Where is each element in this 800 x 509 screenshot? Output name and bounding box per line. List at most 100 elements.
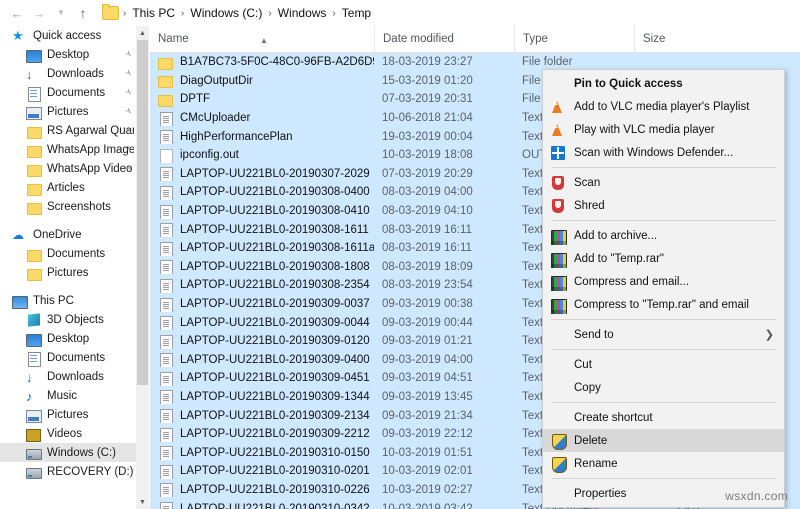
pin-icon[interactable]: ➣ xyxy=(121,48,135,62)
windows-defender-icon xyxy=(549,145,567,161)
sidebar-item-label: WhatsApp Video xyxy=(47,162,133,175)
chevron-right-icon: ❯ xyxy=(764,329,774,341)
shield-red-icon xyxy=(549,175,567,191)
sidebar-item-documents[interactable]: Documents xyxy=(0,244,136,263)
breadcrumb-item-windows[interactable]: Windows xyxy=(274,5,331,21)
scroll-up-chevron-up-icon[interactable]: ▲ xyxy=(136,26,149,40)
menu-separator xyxy=(551,319,776,320)
menu-item-label: Shred xyxy=(574,199,605,212)
cell-name: LAPTOP-UU221BL0-20190308-0400 xyxy=(150,185,374,200)
sidebar-item-label: Videos xyxy=(47,427,82,440)
file-name-label: LAPTOP-UU221BL0-20190309-0451 xyxy=(180,372,370,385)
pin-icon[interactable]: ➣ xyxy=(121,105,135,119)
sidebar-item-documents[interactable]: Documents ➣ xyxy=(0,83,136,102)
menu-item-play-with-vlc-media-player[interactable]: Play with VLC media player xyxy=(543,118,784,141)
documents-icon xyxy=(26,350,42,367)
sidebar-item-3d-objects[interactable]: 3D Objects xyxy=(0,310,136,329)
sidebar-item-windows-c[interactable]: Windows (C:) xyxy=(0,443,136,462)
sidebar-item-screenshots[interactable]: Screenshots xyxy=(0,197,136,216)
pin-icon[interactable]: ➣ xyxy=(121,67,135,81)
column-headers: Name ▲ Date modified Type Size xyxy=(150,26,800,53)
menu-item-add-to-archive[interactable]: Add to archive... xyxy=(543,224,784,247)
breadcrumb-item-this-pc[interactable]: This PC xyxy=(128,5,179,21)
drive-icon xyxy=(26,445,42,461)
cell-name: LAPTOP-UU221BL0-20190310-0342 xyxy=(150,501,374,509)
breadcrumb[interactable]: › This PC › Windows (C:) › Windows › Tem… xyxy=(102,2,800,24)
up-arrow-icon[interactable]: ↑ xyxy=(72,2,94,24)
text-file-icon xyxy=(158,389,174,405)
file-name-label: DPTF xyxy=(180,93,211,106)
sidebar-item-music[interactable]: ♪ Music xyxy=(0,386,136,405)
menu-item-no-icon xyxy=(549,486,567,502)
download-icon: ↓ xyxy=(26,66,33,82)
menu-item-compress-to-temp-rar-and-email[interactable]: Compress to "Temp.rar" and email xyxy=(543,293,784,316)
sidebar-item-articles[interactable]: Articles xyxy=(0,178,136,197)
cell-name: LAPTOP-UU221BL0-20190308-2354 xyxy=(150,278,374,293)
text-file-icon xyxy=(158,334,174,349)
sidebar-item-quick-access[interactable]: ★ Quick access xyxy=(0,26,136,45)
text-file-icon xyxy=(158,129,174,145)
breadcrumb-item-windows-c[interactable]: Windows (C:) xyxy=(186,5,266,21)
menu-item-add-to-vlc-media-player-s-playlist[interactable]: Add to VLC media player's Playlist xyxy=(543,95,784,118)
menu-item-copy[interactable]: Copy xyxy=(543,376,784,399)
file-name-label: LAPTOP-UU221BL0-20190309-2134 xyxy=(180,409,370,422)
sidebar-item-downloads[interactable]: ↓ Downloads xyxy=(0,367,136,386)
cell-name: LAPTOP-UU221BL0-20190308-0410 xyxy=(150,204,374,219)
text-file-icon xyxy=(158,408,174,424)
cell-date-modified: 09-03-2019 22:12 xyxy=(382,428,473,441)
text-file-icon xyxy=(158,111,174,126)
cell-date-modified: 07-03-2019 20:31 xyxy=(382,93,473,106)
sidebar-item-downloads[interactable]: ↓ Downloads ➣ xyxy=(0,64,136,83)
uac-shield-icon xyxy=(549,433,567,450)
sidebar-item-onedrive[interactable]: ☁ OneDrive xyxy=(0,225,136,244)
menu-item-rename[interactable]: Rename xyxy=(543,452,784,475)
shield-red-icon xyxy=(549,198,567,214)
sidebar-item-label: Downloads xyxy=(47,370,104,383)
scroll-down-chevron-down-icon[interactable]: ▼ xyxy=(136,495,149,509)
cell-name: LAPTOP-UU221BL0-20190309-0451 xyxy=(150,371,374,386)
menu-item-cut[interactable]: Cut xyxy=(543,353,784,376)
scrollbar-thumb[interactable] xyxy=(137,40,148,385)
text-file-icon xyxy=(158,371,174,386)
cell-name: LAPTOP-UU221BL0-20190309-0037 xyxy=(150,297,374,312)
sidebar-item-whatsapp-video[interactable]: WhatsApp Video ➣ xyxy=(0,159,136,178)
recent-locations-chevron-down-icon[interactable]: ▼ xyxy=(50,2,72,24)
sidebar-item-recovery-d[interactable]: RECOVERY (D:) xyxy=(0,462,136,481)
sidebar-item-pictures[interactable]: Pictures xyxy=(0,263,136,282)
menu-item-compress-and-email[interactable]: Compress and email... xyxy=(543,270,784,293)
sidebar-item-desktop[interactable]: Desktop xyxy=(0,329,136,348)
sidebar-item-rs-agarwal-quan[interactable]: RS Agarwal Quan ➣ xyxy=(0,121,136,140)
column-header-size[interactable]: Size xyxy=(634,26,714,52)
sidebar-item-pictures[interactable]: Pictures ➣ xyxy=(0,102,136,121)
sidebar-item-pictures[interactable]: Pictures xyxy=(0,405,136,424)
sort-caret-up-icon: ▲ xyxy=(260,36,268,45)
sidebar-item-label: Articles xyxy=(47,181,85,194)
cell-date-modified: 10-06-2018 21:04 xyxy=(382,112,473,125)
breadcrumb-item-temp[interactable]: Temp xyxy=(338,5,375,21)
menu-item-create-shortcut[interactable]: Create shortcut xyxy=(543,406,784,429)
cell-name: DiagOutputDir xyxy=(150,73,374,89)
pictures-icon xyxy=(26,407,42,423)
column-header-name[interactable]: Name ▲ xyxy=(150,26,374,52)
text-file-icon xyxy=(158,445,174,461)
cell-name: LAPTOP-UU221BL0-20190310-0150 xyxy=(150,445,374,461)
pin-icon[interactable]: ➣ xyxy=(121,86,135,100)
navigation-pane-scrollbar[interactable]: ▲ ▼ xyxy=(136,26,149,509)
menu-item-add-to-temp-rar[interactable]: Add to "Temp.rar" xyxy=(543,247,784,270)
sidebar-item-documents[interactable]: Documents xyxy=(0,348,136,367)
menu-item-shred[interactable]: Shred xyxy=(543,194,784,217)
back-icon[interactable]: ← xyxy=(6,2,28,24)
forward-icon[interactable]: → xyxy=(28,2,50,24)
column-header-type[interactable]: Type xyxy=(514,26,634,52)
sidebar-item-videos[interactable]: Videos xyxy=(0,424,136,443)
sidebar-item-this-pc[interactable]: This PC xyxy=(0,291,136,310)
menu-item-send-to[interactable]: Send to ❯ xyxy=(543,323,784,346)
menu-item-delete[interactable]: Delete xyxy=(543,429,784,452)
menu-item-scan[interactable]: Scan xyxy=(543,171,784,194)
menu-item-pin-to-quick-access[interactable]: Pin to Quick access xyxy=(543,72,784,95)
sidebar-item-whatsapp-image[interactable]: WhatsApp Image ➣ xyxy=(0,140,136,159)
menu-item-scan-with-windows-defender[interactable]: Scan with Windows Defender... xyxy=(543,141,784,164)
sidebar-item-desktop[interactable]: Desktop ➣ xyxy=(0,45,136,64)
column-header-date-modified[interactable]: Date modified xyxy=(374,26,514,52)
